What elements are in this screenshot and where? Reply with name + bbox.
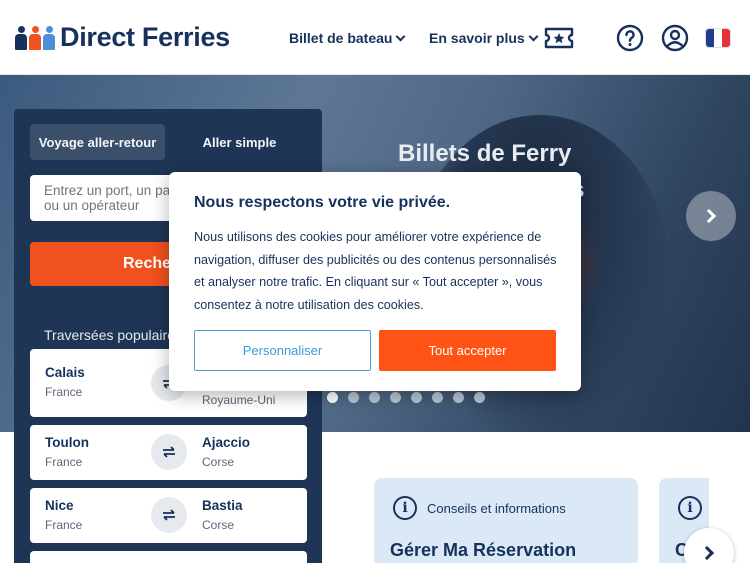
route-from-city: Calais <box>45 365 85 380</box>
chevron-down-icon <box>528 31 539 41</box>
account-icon[interactable] <box>661 24 689 52</box>
nav-savoir-label: En savoir plus <box>429 30 525 46</box>
accept-all-button[interactable]: Tout accepter <box>379 330 556 371</box>
route-from-country: France <box>45 385 83 399</box>
route-from-country: France <box>45 518 83 532</box>
info-icon: i <box>393 496 417 520</box>
cards-next-button[interactable] <box>684 528 734 563</box>
info-card-label: Conseils et informations <box>427 501 566 516</box>
popular-route-card[interactable]: Toulon France Ajaccio Corse <box>30 425 307 480</box>
info-icon: i <box>678 496 702 520</box>
route-from-city: Nice <box>45 498 74 513</box>
route-to-city: Ajaccio <box>202 435 251 450</box>
ticket-icon[interactable] <box>544 26 574 50</box>
cookie-text: Nous utilisons des cookies pour améliore… <box>194 230 557 312</box>
chevron-down-icon <box>396 31 406 41</box>
info-card-heading: Gérer Ma Réservation <box>390 540 577 560</box>
site-header: Direct Ferries Billet de bateau En savoi… <box>0 0 750 75</box>
cookie-consent-dialog: Nous respectons votre vie privée. Nous u… <box>169 172 581 391</box>
chevron-right-icon <box>701 208 717 224</box>
swap-icon <box>151 434 187 470</box>
route-to-country: Corse <box>202 455 235 469</box>
carousel-dot[interactable] <box>432 392 443 403</box>
nav-billet-de-bateau[interactable]: Billet de bateau <box>289 30 406 46</box>
help-icon[interactable] <box>616 24 644 52</box>
logo-people-icon <box>14 25 56 50</box>
hero-next-button[interactable] <box>686 191 736 241</box>
logo[interactable]: Direct Ferries <box>14 22 230 53</box>
route-to-country: Corse <box>202 518 235 532</box>
nav-billet-label: Billet de bateau <box>289 30 393 46</box>
swap-icon <box>151 497 187 533</box>
carousel-dot[interactable] <box>453 392 464 403</box>
carousel-dot[interactable] <box>348 392 359 403</box>
hero-title: Billets de Ferry <box>398 140 572 167</box>
customize-button[interactable]: Personnaliser <box>194 330 371 371</box>
tab-one-way[interactable]: Aller simple <box>172 124 307 160</box>
cookie-title: Nous respectons votre vie privée. <box>194 194 451 211</box>
logo-text: Direct Ferries <box>60 22 230 52</box>
popular-route-card[interactable]: Nice France Bastia Corse <box>30 488 307 543</box>
carousel-dot[interactable] <box>327 392 338 403</box>
carousel-dot[interactable] <box>474 392 485 403</box>
route-from-country: France <box>45 455 83 469</box>
carousel-dots <box>327 392 495 403</box>
popular-route-card[interactable] <box>30 551 307 563</box>
route-to-country: Royaume-Uni <box>202 393 276 407</box>
route-from-city: Toulon <box>45 435 89 450</box>
nav-en-savoir-plus[interactable]: En savoir plus <box>429 30 539 46</box>
tab-return-trip[interactable]: Voyage aller-retour <box>30 124 165 160</box>
carousel-dot[interactable] <box>411 392 422 403</box>
popular-routes-title: Traversées populaires <box>44 327 182 343</box>
chevron-right-icon <box>699 545 715 561</box>
carousel-dot[interactable] <box>390 392 401 403</box>
carousel-dot[interactable] <box>369 392 380 403</box>
french-flag-icon[interactable] <box>706 29 730 47</box>
route-to-city: Bastia <box>202 498 243 513</box>
